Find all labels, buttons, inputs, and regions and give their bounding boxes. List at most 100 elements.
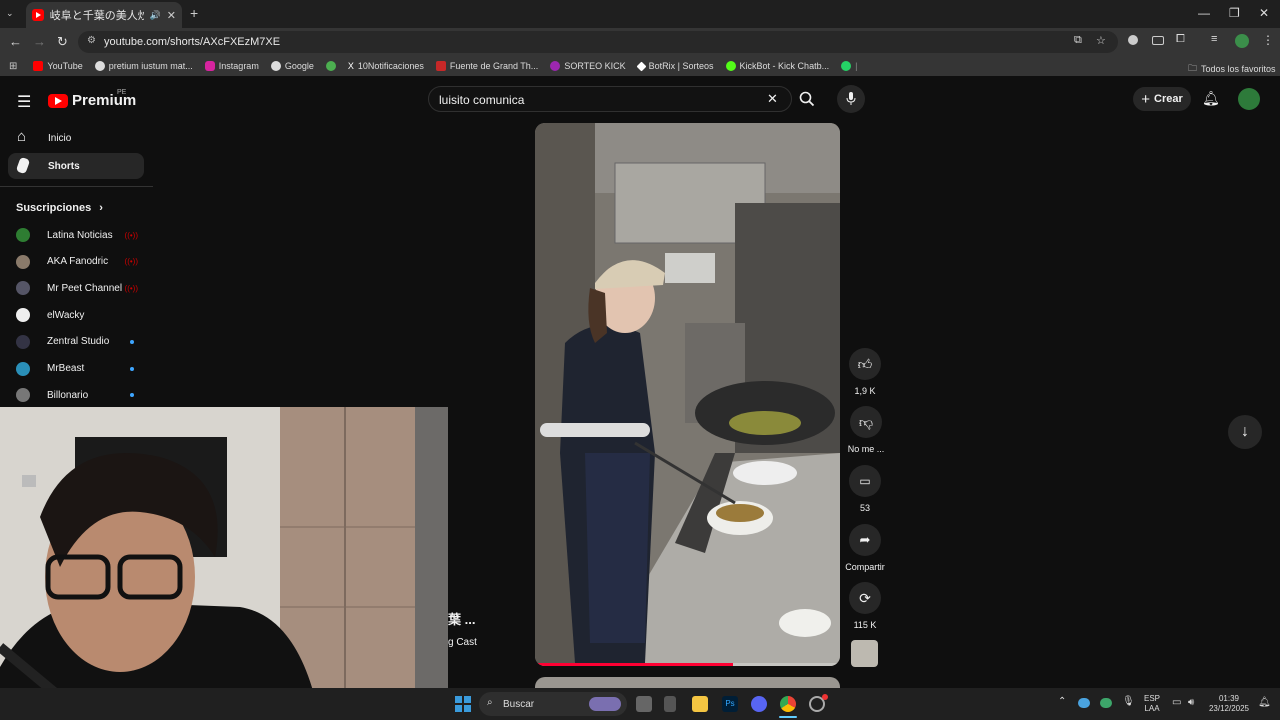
language-indicator[interactable]: ESP LAA [1141, 694, 1163, 714]
hamburger-icon[interactable]: ☰ [17, 92, 31, 112]
subscription-item[interactable]: elWacky [16, 304, 146, 326]
site-info-icon[interactable]: ⚙ [87, 35, 96, 46]
bookmark-star-icon[interactable]: ☆ [1096, 34, 1106, 47]
search-button[interactable] [792, 86, 822, 112]
profile-avatar[interactable] [1235, 34, 1249, 48]
thumbs-down-icon: 👎︎ [858, 413, 874, 430]
cloud-sync-icon[interactable] [1100, 698, 1112, 708]
reload-icon[interactable]: ↻ [57, 34, 68, 50]
photoshop-icon[interactable]: Ps [722, 696, 738, 712]
voice-search-button[interactable] [837, 85, 865, 113]
bookmark-youtube[interactable]: YouTube [33, 61, 83, 71]
extension-icon[interactable] [1152, 36, 1164, 45]
microphone-tray-icon[interactable]: 🎙︎ [1122, 696, 1135, 707]
live-icon: ((•)) [124, 283, 138, 293]
volume-icon[interactable]: 🔊︎ [1188, 697, 1194, 708]
channel-name: elWacky [47, 309, 85, 321]
notifications-icon[interactable]: 🔔︎ [1258, 697, 1271, 708]
forward-icon[interactable]: → [33, 34, 46, 49]
bookmark-botrix[interactable]: BotRix | Sorteos [636, 61, 714, 71]
subscription-item[interactable]: Latina Noticias ((•)) [16, 224, 146, 246]
next-short-preview[interactable] [535, 677, 840, 688]
subscription-item[interactable]: AKA Fanodric ((•)) [16, 251, 146, 273]
tab-title: 岐阜と千葉の美人炒飯職人の [49, 10, 144, 22]
network-icon[interactable]: ▭ [1172, 697, 1181, 708]
channel-name: Mr Peet Channel [47, 282, 123, 294]
comments-action[interactable]: ▭ 53 [848, 465, 882, 513]
next-short-button[interactable]: ↓ [1228, 415, 1262, 449]
windows-start-icon[interactable] [455, 696, 471, 712]
app-icon[interactable] [664, 696, 676, 712]
discord-icon[interactable] [751, 696, 767, 712]
back-icon[interactable]: ← [9, 34, 22, 49]
share-button[interactable]: ➦ [849, 524, 881, 556]
bookmark-instagram[interactable]: Instagram [204, 61, 259, 71]
taskbar-search[interactable]: ⌕ Buscar [479, 692, 627, 716]
bookmark-whatsapp[interactable]: | [841, 61, 857, 71]
install-icon[interactable]: ⧉ [1074, 34, 1082, 47]
audio-icon[interactable]: 🔊 [150, 10, 161, 21]
new-tab-icon[interactable]: + [190, 5, 198, 21]
comments-button[interactable]: ▭ [849, 465, 881, 497]
subscription-item[interactable]: MrBeast [16, 358, 146, 380]
minimize-icon[interactable]: — [1198, 6, 1210, 20]
remix-button[interactable]: ⟳ [849, 582, 881, 614]
bookmark-pretium[interactable]: pretium iustum mat... [94, 61, 193, 71]
remix-action[interactable]: ⟳ 115 K [848, 582, 882, 630]
share-label: Compartir [845, 562, 885, 572]
clock[interactable]: 01:39 23/12/2025 [1206, 694, 1252, 714]
file-explorer-icon[interactable] [692, 696, 708, 712]
bookmark-kickbot[interactable]: KickBot - Kick Chatb... [725, 61, 829, 71]
short-video-player[interactable] [535, 123, 840, 666]
bookmark-fuente[interactable]: Fuente de Grand Th... [435, 61, 538, 71]
clear-search-icon[interactable]: ✕ [767, 91, 778, 107]
close-tab-icon[interactable]: ✕ [167, 9, 176, 22]
chrome-icon[interactable] [780, 696, 796, 712]
menu-icon[interactable]: ⋮ [1262, 33, 1274, 47]
bookmark-google[interactable]: Google [270, 61, 314, 71]
bookmark-extra[interactable] [325, 61, 336, 71]
channel-name: MrBeast [47, 363, 85, 374]
media-icon[interactable]: ≡ [1211, 33, 1217, 45]
channel-name: AKA Fanodric [47, 256, 109, 268]
tray-chevron-icon[interactable]: ⌃ [1058, 696, 1066, 707]
tab-list-icon[interactable]: ⌄ [6, 8, 14, 19]
bookmark-10notificaciones[interactable]: X 10Notificaciones [348, 61, 424, 71]
bookmark-sorteo-kick[interactable]: SORTEO KICK [550, 61, 626, 71]
account-avatar[interactable] [1238, 88, 1260, 110]
address-bar[interactable]: ⚙ youtube.com/shorts/AXcFXEzM7XE ⧉ ☆ [78, 31, 1118, 53]
subscription-item[interactable]: Billonario [16, 384, 146, 406]
share-action[interactable]: ➦ Compartir [843, 524, 887, 572]
youtube-icon [33, 61, 44, 71]
task-view-icon[interactable] [636, 696, 652, 712]
sound-thumbnail[interactable] [851, 640, 878, 667]
extensions-icon[interactable]: ⧠ [1176, 33, 1185, 46]
cloud-icon[interactable] [1078, 698, 1090, 708]
comment-count: 53 [859, 503, 870, 513]
progress-track[interactable] [535, 663, 840, 666]
extension-icon[interactable] [1128, 35, 1138, 45]
channel-avatar [16, 254, 30, 269]
all-bookmarks[interactable]: 🗀 Todos los favoritos [1188, 61, 1276, 77]
subscription-item[interactable]: Mr Peet Channel ((•)) [16, 277, 146, 299]
dislike-button[interactable]: 👎︎ [850, 406, 882, 438]
dislike-action[interactable]: 👎︎ No me ... [846, 406, 886, 454]
restore-icon[interactable]: ❐ [1229, 6, 1240, 20]
progress-fill [535, 663, 734, 666]
search-input[interactable]: luisito comunica ✕ [428, 86, 792, 112]
notifications-bell-icon[interactable]: 🔔︎ [1202, 90, 1220, 107]
like-action[interactable]: 👍︎ 1,9 K [848, 348, 882, 396]
subscription-item[interactable]: Zentral Studio [16, 331, 146, 353]
nav-home[interactable]: ⌂ Inicio [8, 125, 144, 151]
subscriptions-header[interactable]: Suscripciones › [16, 202, 103, 214]
gift-icon [550, 61, 561, 71]
channel-name: Latina Noticias [47, 229, 113, 241]
webcam-image [0, 407, 448, 720]
like-button[interactable]: 👍︎ [849, 348, 881, 380]
browser-tab[interactable]: 岐阜と千葉の美人炒飯職人の 🔊 ✕ [26, 2, 182, 28]
new-content-dot [130, 339, 134, 344]
apps-icon[interactable]: ⊞ [9, 61, 17, 72]
close-window-icon[interactable]: ✕ [1259, 6, 1269, 20]
nav-shorts[interactable]: Shorts [8, 153, 144, 179]
create-button[interactable]: + Crear [1133, 87, 1191, 111]
